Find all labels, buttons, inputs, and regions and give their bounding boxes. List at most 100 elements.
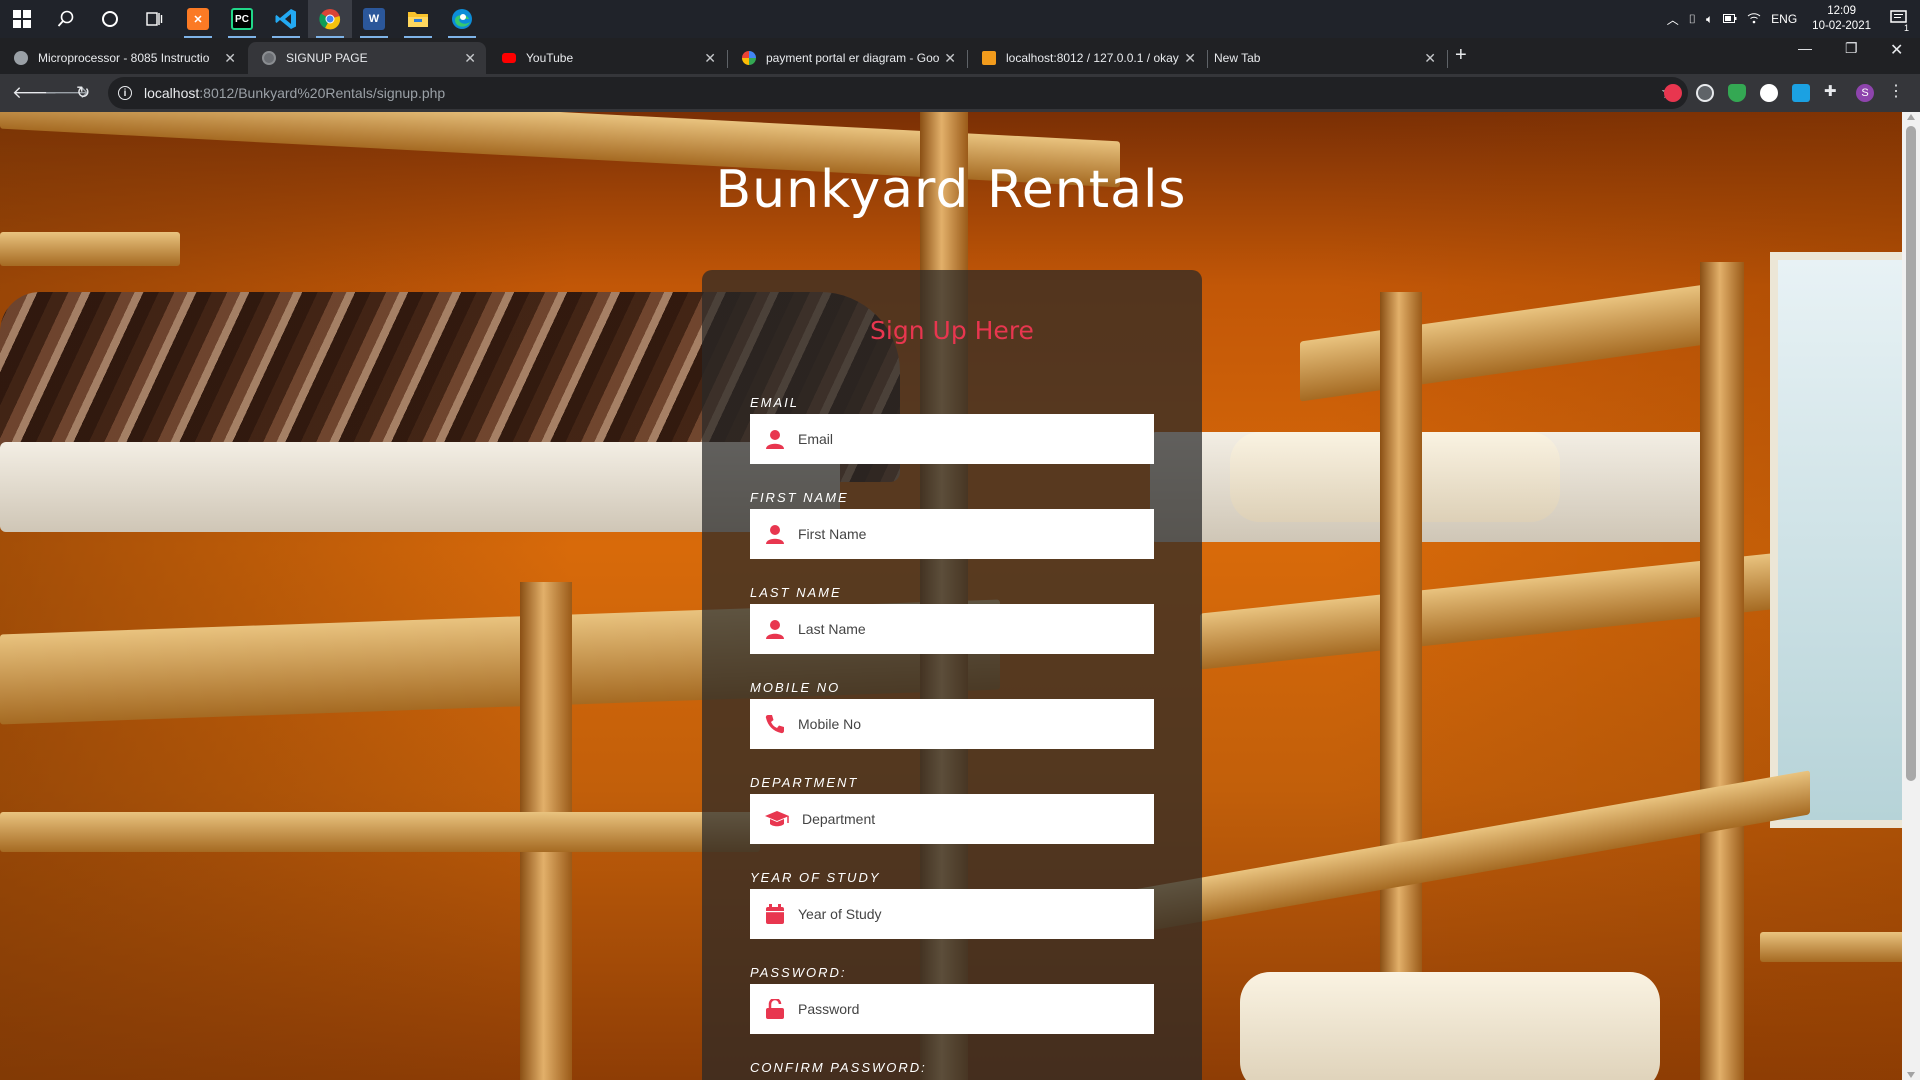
scroll-up-arrow-icon[interactable]	[1907, 114, 1915, 120]
new-tab-button[interactable]: +	[1455, 44, 1467, 67]
vscode-icon[interactable]	[264, 0, 308, 38]
info-icon[interactable]: i	[118, 86, 132, 100]
clock-time: 12:09	[1827, 5, 1856, 17]
tab-google-search[interactable]: payment portal er diagram - Goo ✕	[728, 42, 966, 74]
word-icon[interactable]: W	[352, 0, 396, 38]
profile-avatar[interactable]: S	[1856, 84, 1874, 102]
password-field[interactable]	[750, 984, 1154, 1034]
page-scrollbar[interactable]	[1902, 112, 1920, 1080]
tab-separator	[1447, 50, 1448, 68]
last-name-input[interactable]	[798, 621, 1138, 637]
tab-microprocessor[interactable]: Microprocessor - 8085 Instructio ✕	[0, 42, 246, 74]
graduation-cap-icon	[764, 808, 790, 830]
task-view-icon[interactable]	[132, 0, 176, 38]
user-icon	[764, 618, 786, 640]
tab-title: New Tab	[1214, 51, 1261, 65]
shield-extension-icon[interactable]	[1728, 84, 1746, 102]
wifi-icon[interactable]	[1747, 12, 1761, 27]
signup-form: Sign Up Here EMAIL FIRST NAME LAST NAME	[702, 270, 1202, 1080]
pycharm-icon[interactable]: PC	[220, 0, 264, 38]
mobile-no-field[interactable]	[750, 699, 1154, 749]
password-input[interactable]	[798, 1001, 1138, 1017]
department-input[interactable]	[802, 811, 1142, 827]
close-icon[interactable]: ✕	[464, 50, 476, 67]
google-icon	[742, 51, 756, 65]
chrome-icon[interactable]	[308, 0, 352, 38]
search-icon[interactable]	[44, 0, 88, 38]
tab-title: YouTube	[526, 51, 574, 65]
year-of-study-label: YEAR OF STUDY	[750, 870, 881, 885]
last-name-field[interactable]	[750, 604, 1154, 654]
email-field[interactable]	[750, 414, 1154, 464]
browser-tab-strip: Microprocessor - 8085 Instructio ✕ SIGNU…	[0, 38, 1920, 74]
close-icon[interactable]: ✕	[1424, 50, 1436, 67]
tab-phpmyadmin[interactable]: localhost:8012 / 127.0.0.1 / okay ✕	[968, 42, 1206, 74]
url-text[interactable]: localhost:8012/Bunkyard%20Rentals/signup…	[144, 85, 445, 101]
close-icon[interactable]: ✕	[704, 50, 716, 67]
email-label: EMAIL	[750, 395, 800, 410]
department-field[interactable]	[750, 794, 1154, 844]
user-icon	[764, 428, 786, 450]
extensions-puzzle-icon[interactable]: ✚	[1824, 82, 1842, 100]
language-indicator[interactable]: ENG	[1771, 12, 1797, 26]
adblock-extension-icon[interactable]	[1664, 84, 1682, 102]
chevron-up-icon[interactable]: ︿	[1667, 11, 1679, 28]
password-label: PASSWORD:	[750, 965, 847, 980]
scroll-down-arrow-icon[interactable]	[1907, 1072, 1915, 1078]
close-window-button[interactable]: ✕	[1890, 40, 1903, 60]
xampp-icon[interactable]: ✕	[176, 0, 220, 38]
tab-title: SIGNUP PAGE	[286, 51, 368, 65]
close-icon[interactable]: ✕	[224, 50, 236, 67]
mobile-no-input[interactable]	[798, 716, 1138, 732]
reload-icon[interactable]: ↻	[76, 83, 90, 103]
windows-start-icon[interactable]	[0, 0, 44, 38]
tab-youtube[interactable]: YouTube ✕	[488, 42, 726, 74]
first-name-input[interactable]	[798, 526, 1138, 542]
battery-icon[interactable]	[1723, 12, 1737, 26]
mobile-no-label: MOBILE NO	[750, 680, 841, 695]
privacy-extension-icon[interactable]	[1696, 84, 1714, 102]
confirm-password-label: CONFIRM PASSWORD:	[750, 1060, 927, 1075]
email-input[interactable]	[798, 431, 1138, 447]
tab-new-tab[interactable]: New Tab ✕	[1208, 42, 1446, 74]
scrollbar-thumb[interactable]	[1906, 126, 1916, 781]
file-explorer-icon[interactable]	[396, 0, 440, 38]
edge-icon[interactable]	[440, 0, 484, 38]
minimize-button[interactable]: —	[1798, 40, 1812, 56]
notification-count: 1	[1903, 22, 1909, 33]
close-icon[interactable]: ✕	[1184, 50, 1196, 67]
chrome-menu-icon[interactable]: ⋮	[1888, 81, 1906, 100]
department-label: DEPARTMENT	[750, 775, 859, 790]
usb-icon[interactable]: ⌷	[1689, 12, 1696, 27]
youtube-icon	[502, 53, 516, 63]
cortana-icon[interactable]	[88, 0, 132, 38]
notification-center-icon[interactable]: 1	[1890, 9, 1909, 33]
tutorialspoint-icon	[14, 51, 28, 65]
browser-toolbar: 🡐 🡒 ↻ i localhost:8012/Bunkyard%20Rental…	[0, 74, 1920, 113]
clock-date: 10-02-2021	[1812, 20, 1871, 32]
first-name-label: FIRST NAME	[750, 490, 849, 505]
year-of-study-input[interactable]	[798, 906, 1138, 922]
clock[interactable]: 12:09 10-02-2021	[1812, 4, 1871, 34]
first-name-field[interactable]	[750, 509, 1154, 559]
translate-extension-icon[interactable]	[1792, 84, 1810, 102]
unlock-icon	[764, 998, 786, 1020]
signup-page: Bunkyard Rentals Sign Up Here EMAIL FIRS…	[0, 112, 1902, 1080]
tab-signup-page[interactable]: SIGNUP PAGE ✕	[248, 42, 486, 74]
year-of-study-field[interactable]	[750, 889, 1154, 939]
close-icon[interactable]: ✕	[944, 50, 956, 67]
volume-icon[interactable]: 🔈︎	[1706, 12, 1713, 27]
phone-icon	[764, 713, 786, 735]
web3-extension-icon[interactable]	[1760, 84, 1778, 102]
address-bar[interactable]: i localhost:8012/Bunkyard%20Rentals/sign…	[108, 77, 1688, 109]
page-icon	[262, 51, 276, 65]
calendar-icon	[764, 903, 786, 925]
system-tray: ︿ ⌷ 🔈︎ ENG 12:09 10-02-2021 1	[1662, 0, 1920, 38]
url-host: localhost	[144, 85, 200, 101]
tab-title: localhost:8012 / 127.0.0.1 / okay	[1006, 51, 1179, 65]
last-name-label: LAST NAME	[750, 585, 842, 600]
form-heading: Sign Up Here	[870, 316, 1034, 345]
url-path: :8012/Bunkyard%20Rentals/signup.php	[199, 85, 446, 101]
restore-button[interactable]: ❐	[1845, 40, 1858, 57]
tab-title: Microprocessor - 8085 Instructio	[38, 51, 210, 65]
